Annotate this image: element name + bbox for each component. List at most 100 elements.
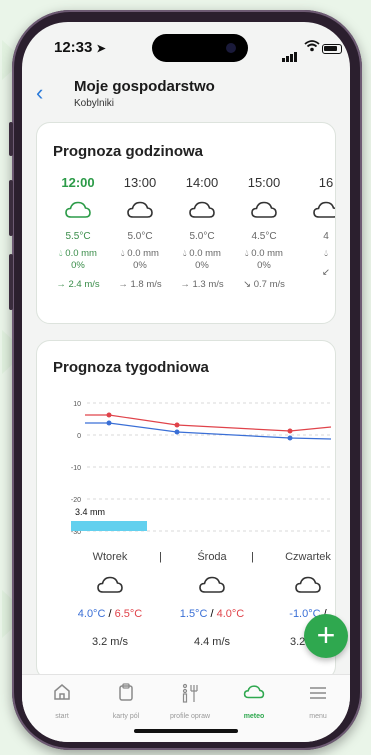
sprayer-icon — [160, 683, 220, 705]
cloud-icon — [224, 683, 284, 705]
raindrop-icon: 💧︎ — [245, 248, 249, 258]
clipboard-icon — [96, 683, 156, 705]
tab-menu[interactable]: menu — [288, 683, 348, 720]
max-temperature-line — [85, 414, 332, 432]
temp-slash: / — [108, 608, 112, 620]
max-temperature: 6.5°C — [114, 608, 143, 620]
phone-side-button — [9, 180, 13, 236]
hour-label: 16 — [318, 175, 334, 190]
hour-wind: ↙ — [322, 267, 330, 278]
cloud-icon — [127, 201, 153, 218]
phone-side-button — [9, 122, 13, 156]
wind-speed: 3.2 m/s — [91, 636, 129, 648]
hourly-forecast-card: Prognoza godzinowa 12:00 5.5°C 💧︎ 0.0 mm 0%… — [36, 122, 336, 324]
day-forecast[interactable]: 1.5°C / 4.0°C 4.4 m/s — [167, 575, 257, 648]
hour-precipitation-chance: 0% — [71, 260, 85, 271]
tab-meteo[interactable]: meteo — [224, 683, 284, 720]
back-button[interactable]: ‹ — [36, 82, 43, 104]
cloud-icon — [313, 201, 335, 218]
cloud-icon — [295, 576, 321, 593]
hour-wind: ↘ 0.7 m/s — [243, 279, 285, 290]
hour-temperature: 5.0°C — [127, 231, 153, 242]
max-temperature: 4.0°C — [216, 608, 245, 620]
tab-label: profile opraw — [169, 713, 211, 720]
hour-precipitation: 💧︎ 0.0 mm — [121, 248, 159, 259]
tab-label: meteo — [243, 713, 265, 720]
page-title: Moje gospodarstwo — [74, 78, 215, 95]
rain-bar-label: 3.4 mm — [75, 507, 105, 517]
app-screen: 12:33 ➤ ‹ Moje gospodarstwo Kobylniki Pr… — [22, 22, 350, 742]
hourly-forecast-item[interactable]: 13:00 5.0°C 💧︎ 0.0 mm 0% → 1.8 m/s — [109, 175, 171, 290]
status-time: 12:33 ➤ — [54, 39, 106, 56]
home-indicator — [134, 729, 238, 733]
min-temperature: 4.0°C — [77, 608, 106, 620]
day-separator: | — [251, 551, 254, 563]
rain-bar — [71, 521, 147, 531]
tab-label: start — [55, 713, 69, 720]
hourly-forecast-item[interactable]: 16 4 💧︎ ↙ — [295, 175, 335, 278]
day-separator: | — [159, 551, 162, 563]
hour-precipitation: 💧︎ 0.0 mm — [183, 248, 221, 259]
hour-wind: → 1.8 m/s — [118, 279, 162, 290]
dynamic-island — [152, 34, 248, 62]
max-temperature-point — [174, 422, 180, 428]
home-icon — [32, 683, 92, 705]
day-forecast[interactable]: 4.0°C / 6.5°C 3.2 m/s — [65, 575, 155, 648]
hour-label: 13:00 — [123, 175, 157, 190]
tab-label: karty pól — [112, 713, 140, 720]
hour-label: 15:00 — [247, 175, 281, 190]
hour-precipitation: 💧︎ 0.0 mm — [245, 248, 283, 259]
wind-speed: 4.4 m/s — [193, 636, 231, 648]
cloud-icon — [199, 576, 225, 593]
cloud-icon — [251, 201, 277, 218]
battery-icon — [322, 44, 342, 54]
hourly-forecast-title: Prognoza godzinowa — [53, 143, 203, 160]
y-tick-label: -20 — [71, 497, 81, 504]
raindrop-icon: 💧︎ — [183, 248, 187, 258]
hour-label: 14:00 — [185, 175, 219, 190]
tab-label: menu — [309, 713, 327, 720]
day-label[interactable]: Czwartek — [263, 551, 335, 563]
weekly-forecast-card: Prognoza tygodniowa 10 0 -10 -20 -30 3.4… — [36, 340, 336, 680]
max-temperature-point — [106, 412, 112, 418]
hourly-forecast-item[interactable]: 14:00 5.0°C 💧︎ 0.0 mm 0% → 1.3 m/s — [171, 175, 233, 290]
cloud-icon — [189, 201, 215, 218]
hourly-forecast-item[interactable]: 12:00 5.5°C 💧︎ 0.0 mm 0% → 2.4 m/s — [47, 175, 109, 290]
y-tick-label: 0 — [77, 433, 81, 440]
tab-start[interactable]: start — [32, 683, 92, 720]
max-temperature-point — [287, 428, 293, 434]
camera-icon — [226, 43, 236, 53]
status-bar: 12:33 ➤ — [22, 34, 350, 64]
add-button[interactable]: + — [304, 614, 348, 658]
hour-temperature: 5.5°C — [65, 231, 91, 242]
hour-temperature: 4.5°C — [251, 231, 277, 242]
signal-icon — [282, 44, 298, 62]
day-label[interactable]: Wtorek — [65, 551, 155, 563]
min-temperature-point — [174, 429, 180, 435]
location-arrow-icon: ➤ — [96, 43, 106, 55]
hour-temperature: 5.0°C — [189, 231, 215, 242]
y-tick-label: -10 — [71, 465, 81, 472]
phone-side-button — [9, 254, 13, 310]
hour-precipitation-chance: 0% — [195, 260, 209, 271]
raindrop-icon: 💧︎ — [121, 248, 125, 258]
page-header: ‹ Moje gospodarstwo Kobylniki — [22, 74, 350, 124]
hour-wind: → 1.3 m/s — [180, 279, 224, 290]
weekly-temperature-chart: 10 0 -10 -20 -30 3.4 mm — [71, 401, 332, 536]
day-label[interactable]: Środa — [167, 551, 257, 563]
hour-precipitation: 💧︎ — [295, 248, 335, 259]
raindrop-icon: 💧︎ — [324, 248, 328, 258]
tab-profile-opraw[interactable]: profile opraw — [160, 683, 220, 720]
hour-temperature: 4 — [323, 231, 329, 242]
page-subtitle: Kobylniki — [74, 98, 115, 109]
hour-label: 12:00 — [61, 175, 95, 190]
hour-wind: → 2.4 m/s — [56, 279, 100, 290]
hourly-forecast-item[interactable]: 15:00 4.5°C 💧︎ 0.0 mm 0% ↘ 0.7 m/s — [233, 175, 295, 290]
tab-karty-pol[interactable]: karty pól — [96, 683, 156, 720]
cloud-icon — [97, 576, 123, 593]
temp-slash: / — [210, 608, 214, 620]
weekly-forecast-title: Prognoza tygodniowa — [53, 359, 209, 376]
min-temperature-point — [287, 435, 293, 441]
wifi-icon — [304, 40, 320, 55]
raindrop-icon: 💧︎ — [59, 248, 63, 258]
